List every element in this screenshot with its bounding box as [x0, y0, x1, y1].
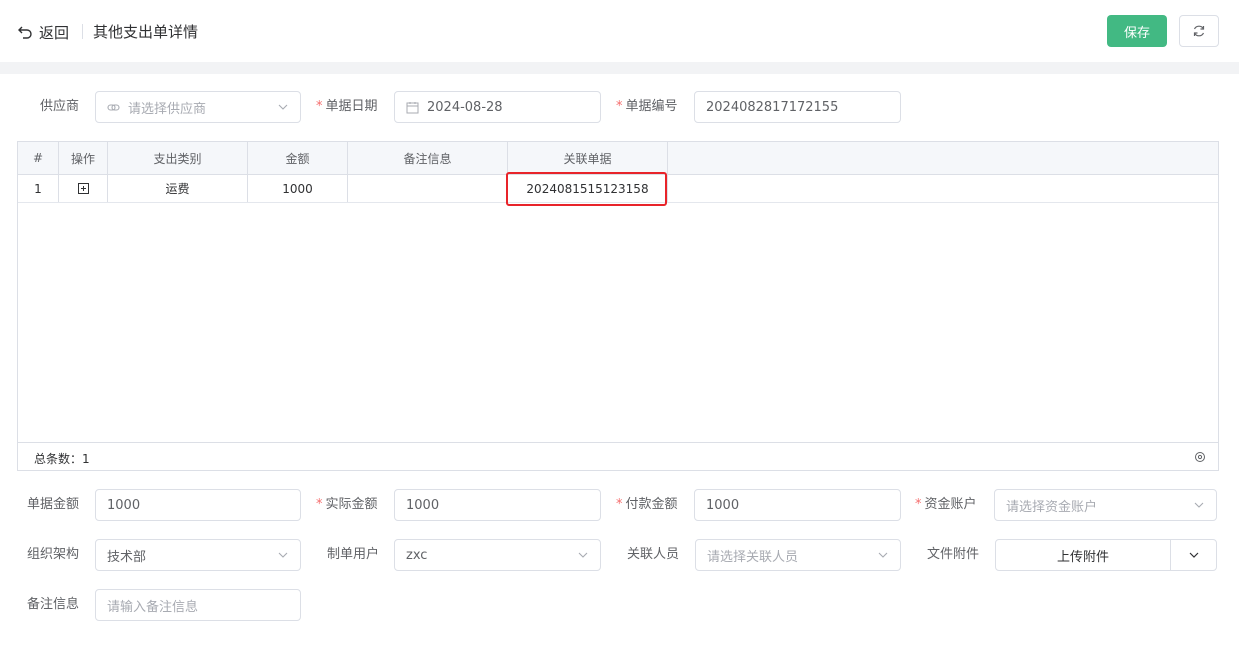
- col-remark: 备注信息: [348, 142, 508, 174]
- related-person-label: 关联人员: [627, 547, 680, 562]
- remark-label: 备注信息: [27, 597, 80, 612]
- creator-select[interactable]: zxc: [394, 539, 601, 571]
- org-value: 技术部: [107, 549, 147, 565]
- table-header: # 操作 支出类别 金额 备注信息 关联单据: [18, 142, 1218, 175]
- back-button[interactable]: 返回: [17, 21, 69, 43]
- related-person-select[interactable]: 请选择关联人员: [695, 539, 901, 571]
- back-label: 返回: [39, 23, 70, 42]
- refresh-icon: [1193, 25, 1205, 37]
- col-index: #: [18, 142, 59, 174]
- col-related-doc: 关联单据: [508, 142, 668, 174]
- chevron-down-icon: [578, 552, 588, 558]
- supplier-placeholder: 请选择供应商: [128, 101, 207, 117]
- chevron-down-icon: [278, 104, 288, 110]
- doc-amount-label: 单据金额: [27, 497, 80, 512]
- pay-amount-label: * 付款金额: [616, 497, 678, 512]
- fund-account-select[interactable]: 请选择资金账户: [994, 489, 1217, 521]
- chevron-down-icon: [1194, 502, 1204, 508]
- doc-amount-input[interactable]: 1000: [95, 489, 301, 521]
- refresh-button[interactable]: [1179, 15, 1219, 47]
- row-related-doc[interactable]: 2024081515123158: [508, 175, 668, 202]
- chevron-down-icon: [1189, 552, 1198, 558]
- calendar-icon: [406, 101, 419, 113]
- org-label: 组织架构: [27, 547, 80, 562]
- row-remark[interactable]: [348, 175, 508, 202]
- supplier-select[interactable]: 请选择供应商: [95, 91, 301, 123]
- back-arrow-icon: [18, 26, 32, 39]
- fund-account-label: * 资金账户: [915, 497, 977, 512]
- settings-icon[interactable]: [1194, 451, 1206, 463]
- total-count: 总条数：1: [34, 452, 90, 466]
- col-action: 操作: [59, 142, 108, 174]
- doc-date-value: 2024-08-28: [427, 99, 503, 115]
- table-row[interactable]: 1 运费 1000 2024081515123158: [18, 175, 1218, 203]
- attachment-label: 文件附件: [927, 547, 980, 562]
- attachment-split-button: 上传附件: [995, 539, 1217, 571]
- fund-account-placeholder: 请选择资金账户: [1006, 499, 1098, 515]
- remark-placeholder: 请输入备注信息: [107, 599, 199, 615]
- doc-no-label: * 单据编号: [616, 99, 678, 114]
- expense-table: # 操作 支出类别 金额 备注信息 关联单据 1 运费 1000 2024081…: [17, 141, 1219, 471]
- doc-date-picker[interactable]: 2024-08-28: [394, 91, 601, 123]
- row-amount[interactable]: 1000: [248, 175, 348, 202]
- chevron-down-icon: [278, 552, 288, 558]
- page-title: 其他支出单详情: [93, 23, 199, 41]
- attachment-dropdown-button[interactable]: [1171, 540, 1216, 570]
- row-index: 1: [18, 175, 59, 202]
- pay-amount-value: 1000: [706, 497, 740, 513]
- link-icon: [107, 103, 120, 111]
- doc-no-value: 2024082817172155: [706, 99, 839, 115]
- upload-attachment-button[interactable]: 上传附件: [996, 540, 1171, 570]
- doc-date-label: * 单据日期: [316, 99, 378, 114]
- actual-amount-label: * 实际金额: [316, 497, 378, 512]
- row-action-cell: [59, 175, 108, 202]
- actual-amount-input[interactable]: 1000: [394, 489, 601, 521]
- actual-amount-value: 1000: [406, 497, 440, 513]
- creator-label: 制单用户: [327, 547, 380, 562]
- row-category[interactable]: 运费: [108, 175, 248, 202]
- col-category: 支出类别: [108, 142, 248, 174]
- creator-value: zxc: [406, 547, 428, 563]
- add-row-icon[interactable]: [77, 183, 89, 194]
- header-separator-band: [0, 62, 1239, 74]
- table-footer: 总条数：1: [18, 442, 1218, 470]
- chevron-down-icon: [878, 552, 888, 558]
- col-amount: 金额: [248, 142, 348, 174]
- header-divider: [82, 24, 83, 39]
- doc-amount-value: 1000: [107, 497, 141, 513]
- related-person-placeholder: 请选择关联人员: [707, 549, 799, 565]
- pay-amount-input[interactable]: 1000: [694, 489, 901, 521]
- save-button[interactable]: 保存: [1107, 15, 1167, 47]
- doc-no-input[interactable]: 2024082817172155: [694, 91, 901, 123]
- remark-input[interactable]: 请输入备注信息: [95, 589, 301, 621]
- supplier-label: 供应商: [40, 99, 80, 114]
- org-select[interactable]: 技术部: [95, 539, 301, 571]
- page-header: 返回 其他支出单详情 保存: [0, 0, 1239, 62]
